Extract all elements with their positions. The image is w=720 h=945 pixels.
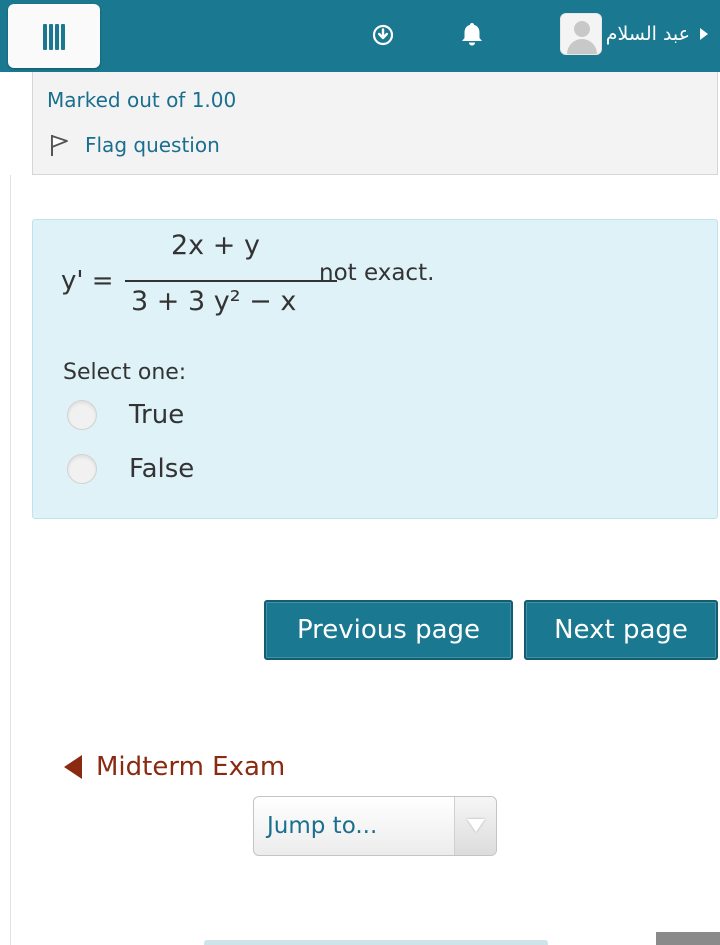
user-menu[interactable]: عبد السلام [559,12,708,56]
option-label: False [129,454,195,484]
user-avatar-icon [559,13,602,55]
question-text-panel: y' = 2x + y 3 + 3 y² − x not exact. Sele… [32,219,718,519]
hamburger-menu-icon [43,24,65,50]
scroll-corner [656,932,720,945]
flag-icon [51,135,68,156]
fraction-line [125,280,337,282]
dropdown-arrow[interactable] [454,797,496,855]
answer-option-false[interactable]: False [67,454,194,484]
question-formula: y' = 2x + y 3 + 3 y² − x [61,230,341,330]
formula-numerator: 2x + y [171,230,260,261]
top-navbar: عبد السلام [0,0,720,72]
menu-button[interactable] [8,4,100,68]
question-info-panel: Marked out of 1.00 Flag question [32,72,718,175]
previous-activity-link[interactable]: Midterm Exam [64,752,285,782]
chevron-down-icon [467,819,485,832]
user-name: عبد السلام [605,23,690,45]
flag-question-link[interactable]: Flag question [47,132,220,158]
option-label: True [129,400,185,430]
previous-activity-label: Midterm Exam [96,752,286,782]
footer-edge [204,940,548,945]
radio-false[interactable] [67,454,97,484]
formula-lhs: y' = [61,266,114,296]
download-circle-icon[interactable] [372,24,394,46]
bell-icon[interactable] [458,20,486,48]
page-border [10,175,11,945]
jump-to-label: Jump to... [267,813,378,839]
next-page-button[interactable]: Next page [524,600,718,660]
flag-question-label: Flag question [85,133,220,157]
marked-out-of: Marked out of 1.00 [47,88,237,112]
question-tail-text: not exact. [319,260,435,286]
triangle-left-icon [64,755,82,779]
formula-denominator: 3 + 3 y² − x [131,286,297,317]
caret-right-icon [700,28,708,40]
jump-to-select[interactable]: Jump to... [253,796,497,856]
select-one-label: Select one: [63,360,187,385]
answer-option-true[interactable]: True [67,400,184,430]
previous-page-button[interactable]: Previous page [264,600,513,660]
radio-true[interactable] [67,400,97,430]
